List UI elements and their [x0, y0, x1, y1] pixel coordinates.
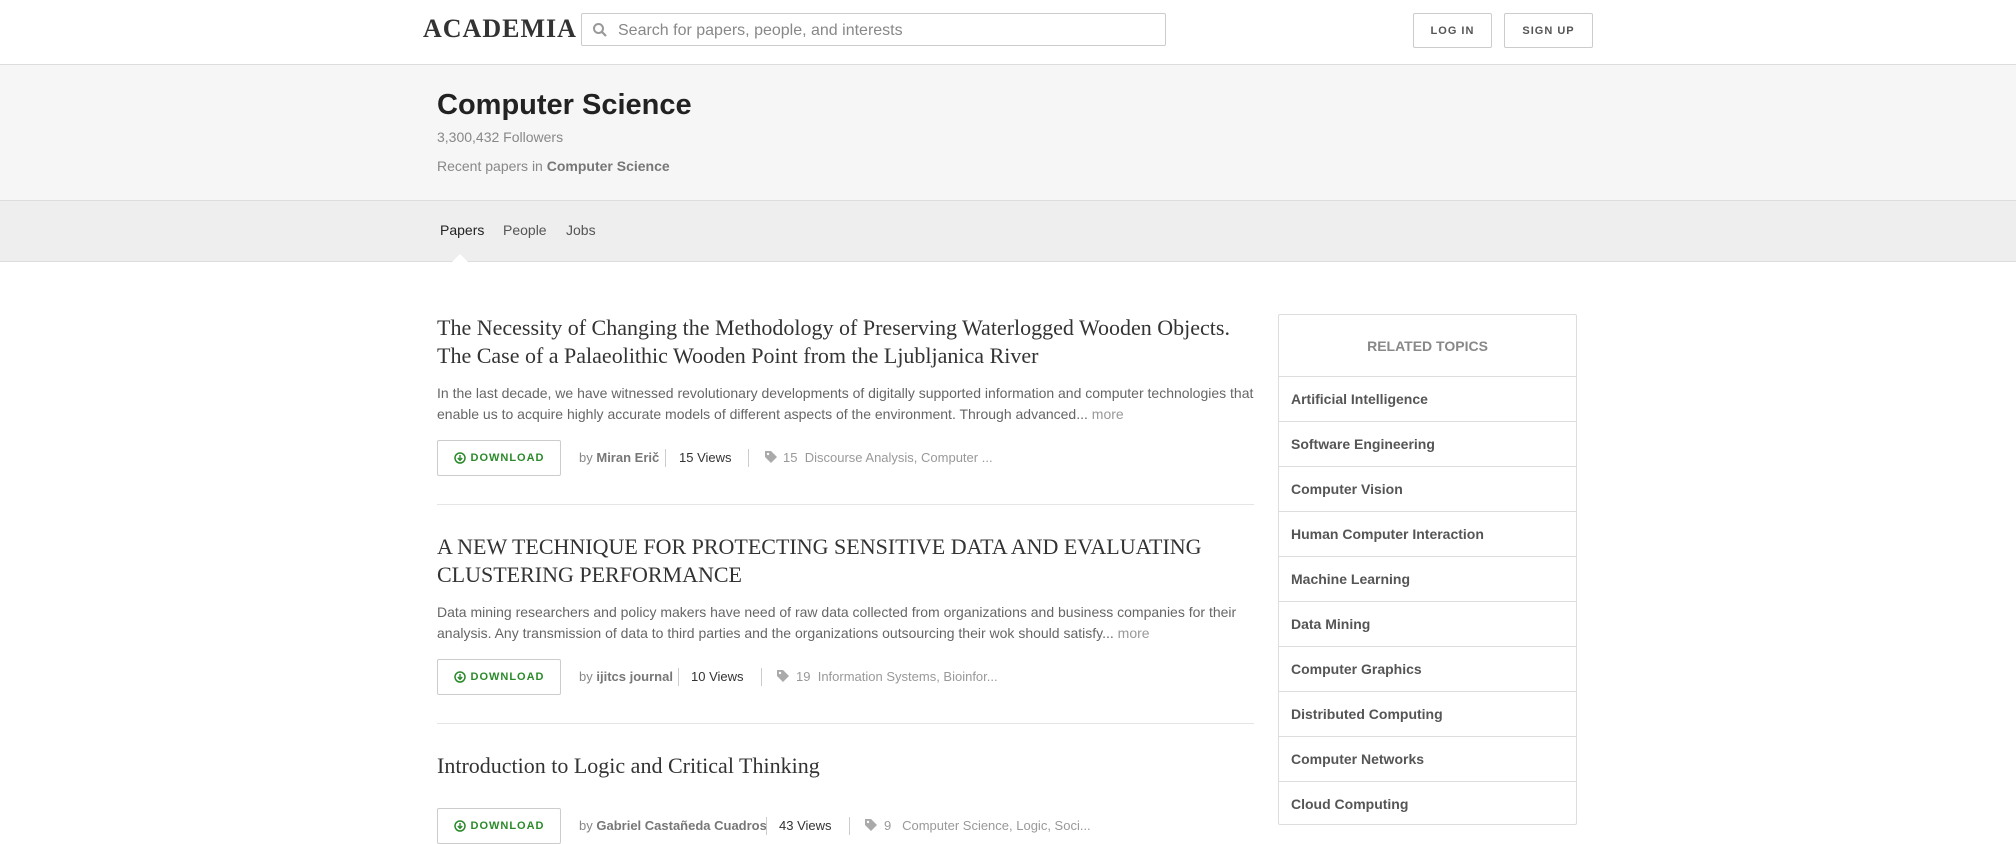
- active-tab-indicator: [452, 254, 468, 262]
- divider: [678, 668, 679, 686]
- signup-button[interactable]: SIGN UP: [1504, 13, 1593, 48]
- tags-text: Discourse Analysis, Computer ...: [804, 450, 993, 465]
- divider: [849, 817, 850, 835]
- tag-list[interactable]: 15 Discourse Analysis, Computer ...: [783, 450, 993, 465]
- download-label: DOWNLOAD: [470, 820, 545, 832]
- view-count: 43 Views: [779, 818, 832, 833]
- tags-text: Computer Science, Logic, Soci...: [902, 818, 1091, 833]
- followers-count: 3,300,432 Followers: [437, 129, 564, 145]
- related-topic-link[interactable]: Software Engineering: [1279, 422, 1576, 467]
- related-topic-link[interactable]: Machine Learning: [1279, 557, 1576, 602]
- paper-item: Introduction to Logic and Critical Think…: [437, 752, 1254, 780]
- tab-bar: Papers People Jobs: [0, 201, 2016, 262]
- paper-title[interactable]: Introduction to Logic and Critical Think…: [437, 752, 1254, 780]
- divider: [766, 817, 767, 835]
- related-topic-link[interactable]: Data Mining: [1279, 602, 1576, 647]
- divider: [761, 668, 762, 686]
- paper-separator: [437, 723, 1254, 724]
- recent-prefix: Recent papers in: [437, 158, 543, 174]
- related-topic-link[interactable]: Distributed Computing: [1279, 692, 1576, 737]
- login-button[interactable]: LOG IN: [1413, 13, 1492, 48]
- author-line: by ijitcs journal: [579, 669, 673, 684]
- view-count: 15 Views: [679, 450, 732, 465]
- tag-count: 19: [796, 669, 811, 684]
- tag-count: 9: [884, 818, 892, 833]
- download-button[interactable]: DOWNLOAD: [437, 808, 561, 844]
- more-link[interactable]: more: [1092, 406, 1124, 422]
- paper-meta: DOWNLOAD by ijitcs journal 10 Views 19 I…: [437, 659, 1254, 695]
- author-line: by Miran Erič: [579, 450, 659, 465]
- top-bar: ACADEMIA LOG IN SIGN UP: [0, 0, 2016, 65]
- by-label: by: [579, 818, 593, 833]
- by-label: by: [579, 450, 593, 465]
- download-icon: [453, 820, 466, 832]
- tab-papers[interactable]: Papers: [440, 222, 484, 238]
- related-topics-heading: RELATED TOPICS: [1279, 315, 1576, 377]
- paper-meta: DOWNLOAD by Miran Erič 15 Views 15 Disco…: [437, 440, 1254, 476]
- related-topic-link[interactable]: Human Computer Interaction: [1279, 512, 1576, 557]
- tab-people[interactable]: People: [503, 222, 547, 238]
- topic-header: Computer Science 3,300,432 Followers Rec…: [0, 65, 2016, 201]
- related-topic-link[interactable]: Computer Vision: [1279, 467, 1576, 512]
- author-link[interactable]: Gabriel Castañeda Cuadros: [596, 818, 767, 833]
- author-link[interactable]: ijitcs journal: [596, 669, 673, 684]
- tags-text: Information Systems, Bioinfor...: [817, 669, 998, 684]
- related-topic-link[interactable]: Computer Graphics: [1279, 647, 1576, 692]
- paper-title[interactable]: A NEW TECHNIQUE FOR PROTECTING SENSITIVE…: [437, 533, 1254, 589]
- paper-title[interactable]: The Necessity of Changing the Methodolog…: [437, 314, 1254, 370]
- tag-list[interactable]: 19 Information Systems, Bioinfor...: [796, 669, 998, 684]
- more-link[interactable]: more: [1118, 625, 1150, 641]
- abstract-text: Data mining researchers and policy maker…: [437, 604, 1237, 641]
- download-button[interactable]: DOWNLOAD: [437, 440, 561, 476]
- download-icon: [453, 452, 466, 464]
- page-title: Computer Science: [437, 89, 692, 121]
- related-topic-link[interactable]: Cloud Computing: [1279, 782, 1576, 826]
- divider: [665, 449, 666, 467]
- paper-item: A NEW TECHNIQUE FOR PROTECTING SENSITIVE…: [437, 533, 1254, 644]
- download-icon: [453, 671, 466, 683]
- tag-count: 15: [783, 450, 798, 465]
- download-button[interactable]: DOWNLOAD: [437, 659, 561, 695]
- download-label: DOWNLOAD: [470, 671, 545, 683]
- author-link[interactable]: Miran Erič: [596, 450, 659, 465]
- academia-logo[interactable]: ACADEMIA: [423, 14, 577, 44]
- related-topic-link[interactable]: Artificial Intelligence: [1279, 377, 1576, 422]
- recent-papers-caption: Recent papers in Computer Science: [437, 158, 670, 174]
- tag-icon: [865, 819, 877, 831]
- paper-abstract: Data mining researchers and policy maker…: [437, 602, 1254, 644]
- paper-separator: [437, 504, 1254, 505]
- tag-icon: [777, 670, 789, 682]
- related-topics-panel: RELATED TOPICS Artificial Intelligence S…: [1278, 314, 1577, 825]
- tag-list[interactable]: 9 Computer Science, Logic, Soci...: [884, 818, 1091, 833]
- search-icon: [593, 23, 607, 37]
- paper-item: The Necessity of Changing the Methodolog…: [437, 314, 1254, 425]
- paper-meta: DOWNLOAD by Gabriel Castañeda Cuadros 43…: [437, 808, 1254, 844]
- abstract-text: In the last decade, we have witnessed re…: [437, 385, 1254, 422]
- search-box[interactable]: [581, 13, 1166, 46]
- paper-abstract: In the last decade, we have witnessed re…: [437, 383, 1254, 425]
- by-label: by: [579, 669, 593, 684]
- tag-icon: [765, 451, 777, 463]
- view-count: 10 Views: [691, 669, 744, 684]
- related-topic-link[interactable]: Computer Networks: [1279, 737, 1576, 782]
- tab-jobs[interactable]: Jobs: [566, 222, 596, 238]
- recent-topic-link[interactable]: Computer Science: [547, 158, 670, 174]
- divider: [748, 449, 749, 467]
- search-input[interactable]: [616, 18, 1160, 44]
- download-label: DOWNLOAD: [470, 452, 545, 464]
- author-line: by Gabriel Castañeda Cuadros: [579, 818, 767, 833]
